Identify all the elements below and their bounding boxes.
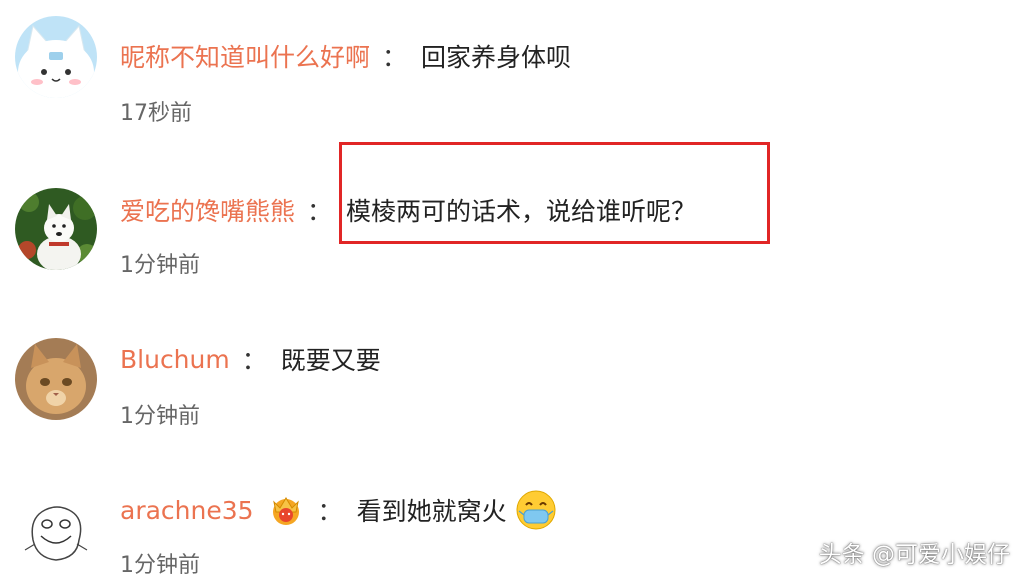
- comment-separator: ：: [382, 43, 408, 72]
- comment-time: 1分钟前: [120, 253, 200, 278]
- comment-text: 既要又要: [280, 346, 381, 375]
- comment-time: 1分钟前: [120, 553, 200, 578]
- crown-badge-icon: [266, 490, 306, 530]
- comment-separator: ：: [307, 197, 333, 226]
- comment-username[interactable]: 昵称不知道叫什么好啊: [120, 38, 370, 74]
- comment-list: 昵称不知道叫什么好啊 ： 回家养身体呗 17秒前 爱吃的馋嘴熊熊 ： 模棱两可的…: [0, 0, 1024, 583]
- avatar[interactable]: [15, 188, 97, 270]
- comment-time: 1分钟前: [120, 404, 200, 429]
- doodle-face-avatar-icon: [15, 492, 97, 574]
- comment-username[interactable]: arachne35: [120, 496, 254, 525]
- avatar[interactable]: [15, 16, 97, 98]
- watermark: 头条 @可爱小娱仔: [818, 542, 1010, 568]
- comment-username[interactable]: 爱吃的馋嘴熊熊: [120, 192, 295, 228]
- mask-smile-emoji-icon: [515, 489, 557, 531]
- comment-item: 昵称不知道叫什么好啊 ： 回家养身体呗 17秒前: [0, 0, 1024, 140]
- comment-text: 看到她就窝火: [356, 497, 507, 526]
- cartoon-cat-avatar-icon: [15, 16, 97, 98]
- highlight-box: [339, 142, 770, 244]
- orange-cat-photo-avatar-icon: [15, 338, 97, 420]
- comment-line: arachne35 ： 看到她就窝火: [120, 490, 557, 530]
- comment-text: 回家养身体呗: [421, 43, 572, 72]
- comment-line: Bluchum ： 既要又要: [120, 339, 381, 379]
- comment-username[interactable]: Bluchum: [120, 345, 230, 374]
- white-dog-photo-avatar-icon: [15, 188, 97, 270]
- comment-time: 17秒前: [120, 101, 192, 126]
- avatar[interactable]: [15, 338, 97, 420]
- comment-separator: ：: [241, 346, 267, 375]
- comment-line: 昵称不知道叫什么好啊 ： 回家养身体呗: [120, 36, 571, 76]
- comment-item: Bluchum ： 既要又要 1分钟前: [0, 300, 1024, 440]
- comment-separator: ：: [317, 497, 343, 526]
- avatar[interactable]: [15, 492, 97, 574]
